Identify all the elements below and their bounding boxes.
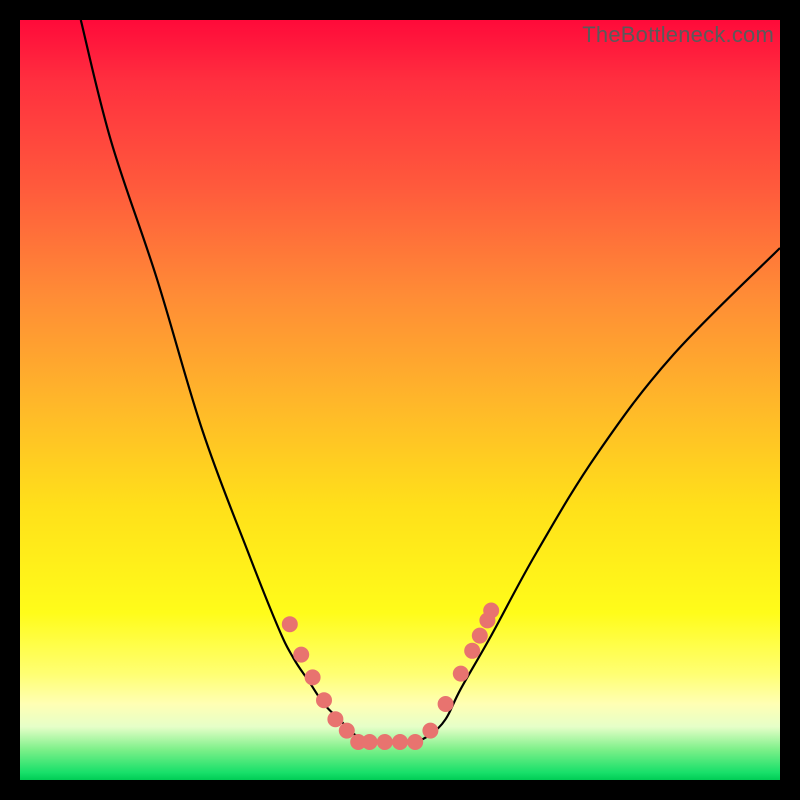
bottleneck-curve-line xyxy=(81,20,780,743)
floor-marker xyxy=(392,734,408,750)
right-marker xyxy=(422,723,438,739)
right-marker xyxy=(438,696,454,712)
left-marker xyxy=(316,692,332,708)
right-marker xyxy=(464,643,480,659)
marker-group xyxy=(282,603,499,750)
left-marker xyxy=(339,723,355,739)
bottleneck-curve xyxy=(81,20,780,743)
floor-marker xyxy=(407,734,423,750)
floor-marker xyxy=(377,734,393,750)
right-marker xyxy=(483,603,499,619)
right-marker xyxy=(472,628,488,644)
left-marker xyxy=(305,669,321,685)
right-marker xyxy=(453,666,469,682)
left-marker xyxy=(327,711,343,727)
floor-marker xyxy=(362,734,378,750)
left-marker xyxy=(293,647,309,663)
chart-overlay xyxy=(20,20,780,780)
left-marker xyxy=(282,616,298,632)
